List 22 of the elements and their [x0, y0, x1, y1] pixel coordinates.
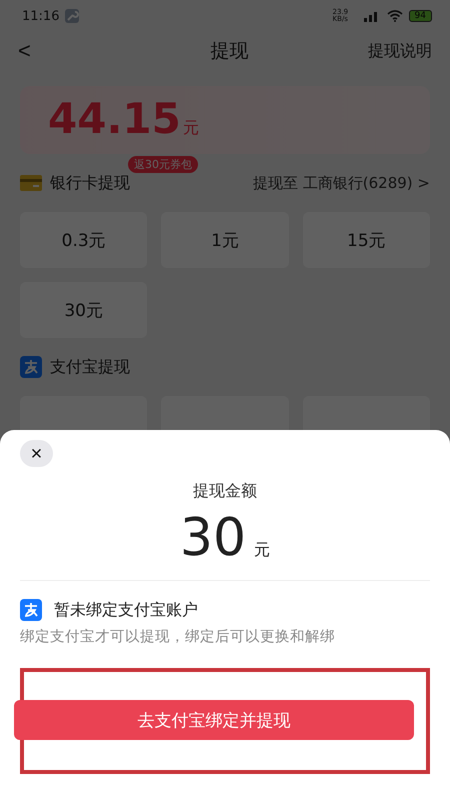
section-title: 银行卡提现 — [50, 172, 130, 194]
account-status: 暂未绑定支付宝账户 — [54, 600, 198, 620]
amount-option[interactable]: 0.3元 — [20, 212, 148, 268]
amount-option[interactable]: 1元 — [161, 212, 289, 268]
sheet-label: 提现金额 — [192, 481, 258, 502]
bind-alipay-button[interactable]: 去支付宝绑定并提现 — [14, 700, 414, 740]
balance-unit: 元 — [182, 118, 199, 139]
bank-destination-link[interactable]: 提现至 工商银行(6289) > — [253, 174, 430, 192]
close-button[interactable]: × — [20, 440, 53, 467]
coupon-badge: 返30元券包 — [128, 156, 198, 173]
battery-indicator: 94 — [408, 10, 432, 22]
page-title: 提现 — [209, 39, 250, 64]
section-title: 支付宝提现 — [50, 356, 130, 378]
amount-option[interactable]: 30元 — [20, 282, 148, 338]
withdraw-info-link[interactable]: 提现说明 — [368, 40, 432, 62]
withdraw-amount: 30 — [180, 508, 246, 568]
amount-option[interactable]: 15元 — [302, 212, 430, 268]
back-button[interactable]: < — [18, 38, 31, 64]
account-note: 绑定支付宝才可以提现，绑定后可以更换和解绑 — [20, 628, 336, 646]
amount-unit: 元 — [254, 540, 270, 561]
balance-amount: 44.15 — [48, 94, 181, 143]
status-time: 11:16 — [22, 8, 60, 24]
